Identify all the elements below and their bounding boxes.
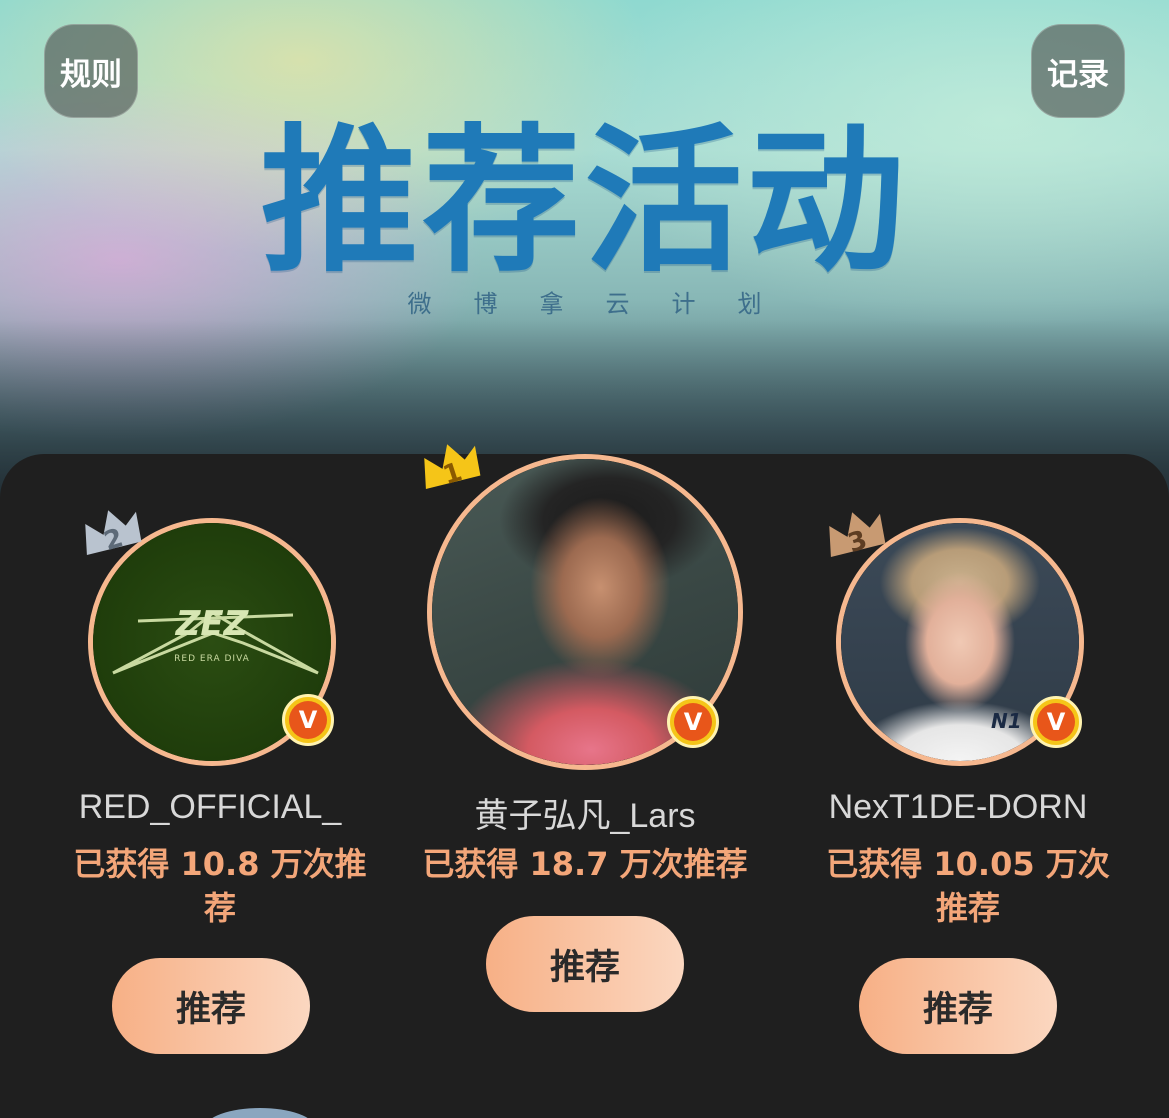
ranking-podium: 2 ZEZ RED ERA DIVA V RED_OFFICIAL_ 已获得 1…	[0, 444, 1169, 1118]
shirt-logo: N1	[991, 709, 1022, 733]
recommend-count: 已获得 10.8 万次推荐	[73, 845, 367, 927]
recommend-count: 已获得 18.7 万次推荐	[422, 845, 748, 883]
recommend-button[interactable]: 推荐	[859, 958, 1057, 1054]
activity-banner: 规则 记录 推荐活动 微博拿云计划	[0, 0, 1169, 500]
recommend-button[interactable]: 推荐	[112, 958, 310, 1054]
user-name: RED_OFFICIAL_	[78, 788, 342, 826]
avatar-caption: RED ERA DIVA	[174, 654, 250, 664]
rank-3-crown-icon: 3	[829, 512, 886, 559]
page-subtitle: 微博拿云计划	[407, 290, 804, 318]
verified-badge-icon: V	[667, 696, 719, 748]
recommend-count: 已获得 10.05 万次推荐	[826, 845, 1110, 927]
verified-badge-icon: V	[282, 694, 334, 746]
page-title: 推荐活动	[260, 110, 909, 294]
recommend-button[interactable]: 推荐	[486, 916, 684, 1012]
user-name: 黄子弘凡_Lars	[474, 797, 696, 835]
record-button[interactable]: 记录	[1031, 24, 1125, 118]
rank-2-crown-icon: 2	[85, 510, 142, 557]
rules-button[interactable]: 规则	[44, 24, 138, 118]
rank-1-crown-icon: 1	[424, 444, 481, 491]
avatar-logo-text: ZEZ	[175, 604, 250, 644]
verified-badge-icon: V	[1030, 696, 1082, 748]
user-name: NexT1DE-DORN	[828, 788, 1088, 826]
